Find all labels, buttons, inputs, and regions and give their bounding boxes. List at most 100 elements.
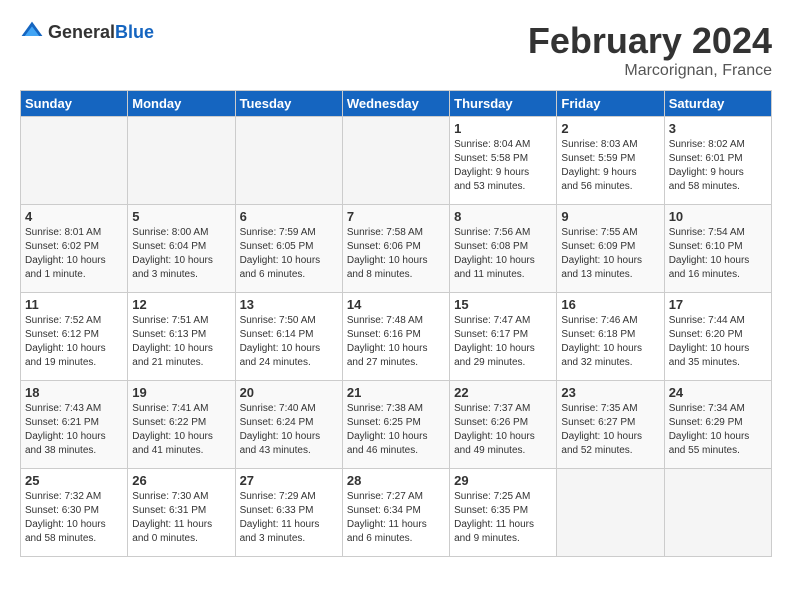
- calendar-cell: 20Sunrise: 7:40 AM Sunset: 6:24 PM Dayli…: [235, 381, 342, 469]
- calendar-cell: 2 Sunrise: 8:03 AM Sunset: 5:59 PM Daylig…: [557, 117, 664, 205]
- day-info: Sunrise: 7:35 AM Sunset: 6:27 PM Dayligh…: [561, 402, 659, 458]
- week-row-3: 18Sunrise: 7:43 AM Sunset: 6:21 PM Dayli…: [21, 381, 772, 469]
- header-day-saturday: Saturday: [664, 91, 771, 117]
- day-number: 8: [454, 209, 552, 224]
- calendar-cell: 10 Sunrise: 7:54 AM Sunset: 6:10 PM Dayli…: [664, 205, 771, 293]
- calendar-cell: 18Sunrise: 7:43 AM Sunset: 6:21 PM Dayli…: [21, 381, 128, 469]
- page-header: GeneralBlue February 2024 Marcorignan, F…: [20, 20, 772, 80]
- week-row-4: 25 Sunrise: 7:32 AM Sunset: 6:30 PM Dayli…: [21, 469, 772, 557]
- day-info: Sunrise: 7:41 AM Sunset: 6:22 PM Dayligh…: [132, 402, 230, 458]
- calendar-cell: 14 Sunrise: 7:48 AM Sunset: 6:16 PM Dayli…: [342, 293, 449, 381]
- calendar-cell: 29Sunrise: 7:25 AM Sunset: 6:35 PM Dayli…: [450, 469, 557, 557]
- day-info: Sunrise: 7:32 AM Sunset: 6:30 PM Dayligh…: [25, 490, 123, 546]
- day-number: 22: [454, 385, 552, 400]
- logo: GeneralBlue: [20, 20, 154, 44]
- day-number: 4: [25, 209, 123, 224]
- day-number: 19: [132, 385, 230, 400]
- calendar-cell: 27 Sunrise: 7:29 AM Sunset: 6:33 PM Dayli…: [235, 469, 342, 557]
- day-info: Sunrise: 7:43 AM Sunset: 6:21 PM Dayligh…: [25, 402, 123, 458]
- day-number: 6: [240, 209, 338, 224]
- day-info: Sunrise: 7:48 AM Sunset: 6:16 PM Dayligh…: [347, 314, 445, 370]
- day-number: 11: [25, 297, 123, 312]
- logo-icon: [20, 20, 44, 44]
- day-info: Sunrise: 7:56 AM Sunset: 6:08 PM Dayligh…: [454, 226, 552, 282]
- day-number: 7: [347, 209, 445, 224]
- calendar-cell: [342, 117, 449, 205]
- header-row: SundayMondayTuesdayWednesdayThursdayFrid…: [21, 91, 772, 117]
- calendar-cell: [557, 469, 664, 557]
- day-info: Sunrise: 7:52 AM Sunset: 6:12 PM Dayligh…: [25, 314, 123, 370]
- day-number: 21: [347, 385, 445, 400]
- calendar-header: SundayMondayTuesdayWednesdayThursdayFrid…: [21, 91, 772, 117]
- day-number: 12: [132, 297, 230, 312]
- calendar-cell: 25 Sunrise: 7:32 AM Sunset: 6:30 PM Dayli…: [21, 469, 128, 557]
- day-number: 5: [132, 209, 230, 224]
- day-info: Sunrise: 7:38 AM Sunset: 6:25 PM Dayligh…: [347, 402, 445, 458]
- calendar-cell: 19 Sunrise: 7:41 AM Sunset: 6:22 PM Dayli…: [128, 381, 235, 469]
- day-info: Sunrise: 7:34 AM Sunset: 6:29 PM Dayligh…: [669, 402, 767, 458]
- calendar-cell: 22 Sunrise: 7:37 AM Sunset: 6:26 PM Dayli…: [450, 381, 557, 469]
- calendar-cell: [128, 117, 235, 205]
- day-number: 15: [454, 297, 552, 312]
- day-info: Sunrise: 7:30 AM Sunset: 6:31 PM Dayligh…: [132, 490, 230, 546]
- day-number: 26: [132, 473, 230, 488]
- day-info: Sunrise: 7:37 AM Sunset: 6:26 PM Dayligh…: [454, 402, 552, 458]
- logo-text-general: General: [48, 22, 115, 42]
- week-row-2: 11 Sunrise: 7:52 AM Sunset: 6:12 PM Dayli…: [21, 293, 772, 381]
- day-info: Sunrise: 7:54 AM Sunset: 6:10 PM Dayligh…: [669, 226, 767, 282]
- day-info: Sunrise: 7:40 AM Sunset: 6:24 PM Dayligh…: [240, 402, 338, 458]
- day-info: Sunrise: 7:47 AM Sunset: 6:17 PM Dayligh…: [454, 314, 552, 370]
- header-day-thursday: Thursday: [450, 91, 557, 117]
- calendar-cell: [235, 117, 342, 205]
- day-info: Sunrise: 7:25 AM Sunset: 6:35 PM Dayligh…: [454, 490, 552, 546]
- day-number: 3: [669, 121, 767, 136]
- calendar-cell: 17 Sunrise: 7:44 AM Sunset: 6:20 PM Dayli…: [664, 293, 771, 381]
- day-number: 23: [561, 385, 659, 400]
- calendar-cell: 7 Sunrise: 7:58 AM Sunset: 6:06 PM Daylig…: [342, 205, 449, 293]
- day-info: Sunrise: 7:58 AM Sunset: 6:06 PM Dayligh…: [347, 226, 445, 282]
- day-info: Sunrise: 7:51 AM Sunset: 6:13 PM Dayligh…: [132, 314, 230, 370]
- calendar-cell: 16Sunrise: 7:46 AM Sunset: 6:18 PM Dayli…: [557, 293, 664, 381]
- day-number: 17: [669, 297, 767, 312]
- calendar-cell: 6 Sunrise: 7:59 AM Sunset: 6:05 PM Daylig…: [235, 205, 342, 293]
- day-number: 14: [347, 297, 445, 312]
- day-info: Sunrise: 7:59 AM Sunset: 6:05 PM Dayligh…: [240, 226, 338, 282]
- logo-text-blue: Blue: [115, 22, 154, 42]
- calendar-cell: 21 Sunrise: 7:38 AM Sunset: 6:25 PM Dayli…: [342, 381, 449, 469]
- day-number: 9: [561, 209, 659, 224]
- day-number: 16: [561, 297, 659, 312]
- calendar-cell: 26 Sunrise: 7:30 AM Sunset: 6:31 PM Dayli…: [128, 469, 235, 557]
- header-day-wednesday: Wednesday: [342, 91, 449, 117]
- day-info: Sunrise: 8:00 AM Sunset: 6:04 PM Dayligh…: [132, 226, 230, 282]
- calendar-cell: 24 Sunrise: 7:34 AM Sunset: 6:29 PM Dayli…: [664, 381, 771, 469]
- day-info: Sunrise: 7:29 AM Sunset: 6:33 PM Dayligh…: [240, 490, 338, 546]
- day-info: Sunrise: 7:55 AM Sunset: 6:09 PM Dayligh…: [561, 226, 659, 282]
- calendar-subtitle: Marcorignan, France: [528, 62, 772, 80]
- header-day-friday: Friday: [557, 91, 664, 117]
- calendar-cell: 9 Sunrise: 7:55 AM Sunset: 6:09 PM Daylig…: [557, 205, 664, 293]
- calendar-title: February 2024: [528, 20, 772, 62]
- week-row-1: 4 Sunrise: 8:01 AM Sunset: 6:02 PM Daylig…: [21, 205, 772, 293]
- calendar-cell: 3Sunrise: 8:02 AM Sunset: 6:01 PM Daylig…: [664, 117, 771, 205]
- day-info: Sunrise: 7:44 AM Sunset: 6:20 PM Dayligh…: [669, 314, 767, 370]
- day-info: Sunrise: 8:03 AM Sunset: 5:59 PM Dayligh…: [561, 138, 659, 194]
- calendar-cell: 4 Sunrise: 8:01 AM Sunset: 6:02 PM Daylig…: [21, 205, 128, 293]
- calendar-cell: 11 Sunrise: 7:52 AM Sunset: 6:12 PM Dayli…: [21, 293, 128, 381]
- header-day-tuesday: Tuesday: [235, 91, 342, 117]
- day-number: 2: [561, 121, 659, 136]
- day-number: 25: [25, 473, 123, 488]
- day-number: 28: [347, 473, 445, 488]
- header-day-sunday: Sunday: [21, 91, 128, 117]
- calendar-cell: 28 Sunrise: 7:27 AM Sunset: 6:34 PM Dayli…: [342, 469, 449, 557]
- day-info: Sunrise: 7:27 AM Sunset: 6:34 PM Dayligh…: [347, 490, 445, 546]
- calendar-cell: 8 Sunrise: 7:56 AM Sunset: 6:08 PM Daylig…: [450, 205, 557, 293]
- calendar-cell: 13Sunrise: 7:50 AM Sunset: 6:14 PM Dayli…: [235, 293, 342, 381]
- day-info: Sunrise: 7:50 AM Sunset: 6:14 PM Dayligh…: [240, 314, 338, 370]
- day-number: 27: [240, 473, 338, 488]
- day-number: 10: [669, 209, 767, 224]
- day-info: Sunrise: 8:01 AM Sunset: 6:02 PM Dayligh…: [25, 226, 123, 282]
- calendar-cell: 5 Sunrise: 8:00 AM Sunset: 6:04 PM Daylig…: [128, 205, 235, 293]
- calendar-cell: 1Sunrise: 8:04 AM Sunset: 5:58 PM Daylig…: [450, 117, 557, 205]
- day-number: 24: [669, 385, 767, 400]
- day-number: 1: [454, 121, 552, 136]
